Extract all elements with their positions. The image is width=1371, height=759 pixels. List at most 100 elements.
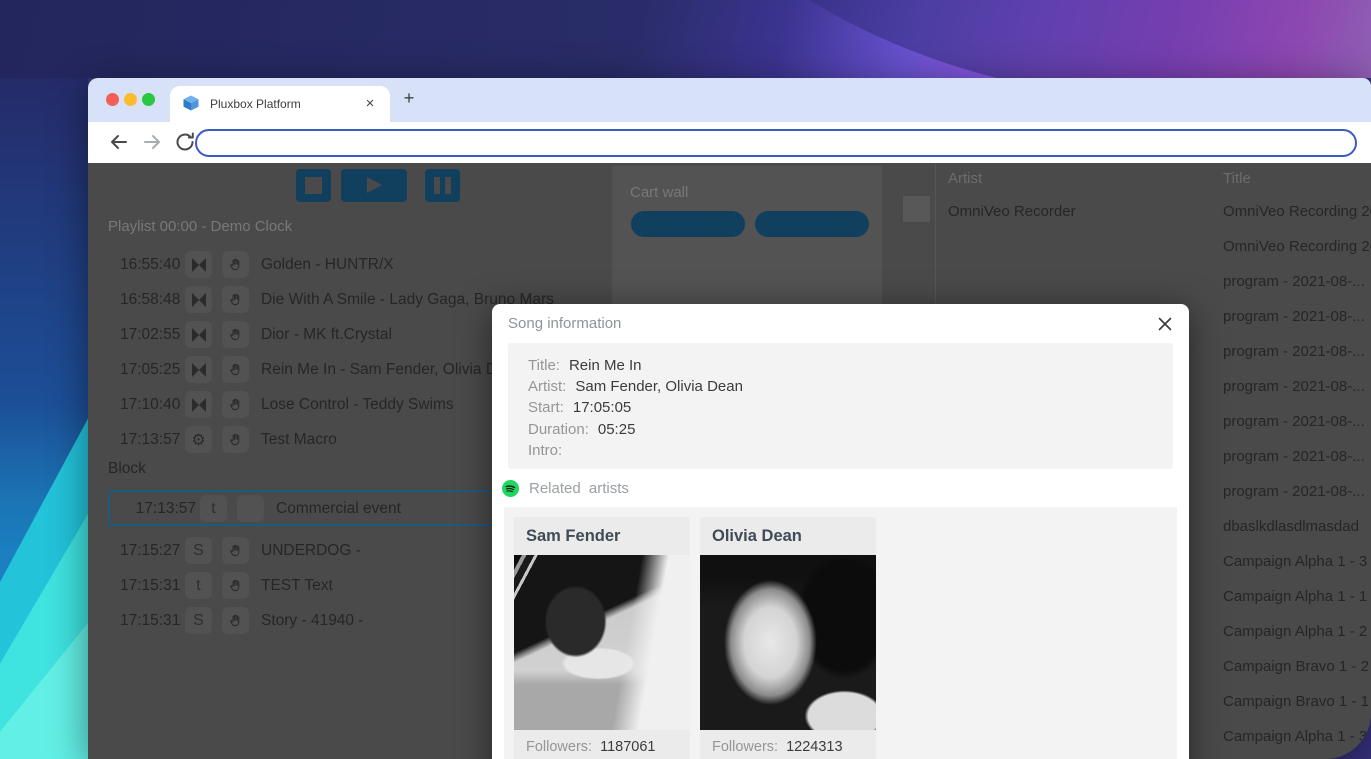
story-type-icon: S <box>185 537 212 564</box>
row-time: 17:05:25 <box>120 361 178 379</box>
title-list-item[interactable]: OmniVeo Recording 20 <box>1223 203 1371 220</box>
hand-icon[interactable] <box>222 321 249 348</box>
title-list-item[interactable]: Campaign Alpha 1 - 1 <box>1223 588 1367 605</box>
title-list-item[interactable]: program - 2021-08-... <box>1223 483 1365 500</box>
title-list-item[interactable]: program - 2021-08-... <box>1223 273 1365 290</box>
maximize-window-button[interactable] <box>142 93 155 106</box>
artist-photo <box>700 555 876 730</box>
artist-details: Followers:1224313 Genres:pop soul Popula… <box>712 737 843 759</box>
title-list-item[interactable]: program - 2021-08-... <box>1223 448 1365 465</box>
row-time: 17:10:40 <box>120 396 178 414</box>
hand-icon[interactable] <box>222 426 249 453</box>
wallpaper-left <box>0 78 88 759</box>
related-artists-label: Related artists <box>529 480 629 497</box>
gear-icon: ⚙ <box>185 426 212 453</box>
artist-name: Sam Fender <box>526 527 620 546</box>
spotify-icon <box>502 480 519 497</box>
close-window-button[interactable] <box>106 93 119 106</box>
title-list-item[interactable]: program - 2021-08-... <box>1223 308 1365 325</box>
segue-icon <box>185 391 212 418</box>
song-information-modal: Song information Title:Rein Me In Artist… <box>492 304 1189 759</box>
hand-icon[interactable] <box>222 251 249 278</box>
browser-toolbar <box>88 122 1371 163</box>
segue-icon <box>185 251 212 278</box>
title-list-item[interactable]: OmniVeo Recording 20 <box>1223 238 1371 255</box>
tab-pluxbox[interactable]: Pluxbox Platform × <box>170 86 390 122</box>
row-time: 17:02:55 <box>120 326 178 344</box>
address-bar[interactable] <box>195 129 1357 157</box>
hand-icon[interactable] <box>222 572 249 599</box>
text-type-icon: t <box>200 495 227 522</box>
hand-icon[interactable] <box>222 391 249 418</box>
title-list-item[interactable]: program - 2021-08-... <box>1223 413 1365 430</box>
artist-card[interactable]: Olivia Dean Followers:1224313 Genres:pop… <box>700 517 876 759</box>
start-value: 17:05:05 <box>573 399 631 416</box>
artist-photo <box>514 555 690 730</box>
pause-button[interactable] <box>425 169 460 202</box>
title-label: Title: <box>528 357 560 374</box>
reload-icon[interactable] <box>173 130 197 154</box>
segue-icon <box>185 321 212 348</box>
block-label: Block <box>108 460 146 478</box>
new-tab-button[interactable]: + <box>398 88 420 110</box>
artist-details: Followers:1187061 Genres: Popularity:72 … <box>526 737 655 759</box>
row-time: 17:13:57 <box>120 431 178 449</box>
row-time: 16:55:40 <box>120 256 178 274</box>
back-icon[interactable] <box>107 130 131 154</box>
empty-slot-icon <box>237 495 264 522</box>
wallpaper-top <box>0 0 1371 78</box>
segue-icon <box>185 356 212 383</box>
artist-name: Olivia Dean <box>712 527 802 546</box>
title-list-item[interactable]: program - 2021-08-... <box>1223 378 1365 395</box>
segue-icon <box>185 286 212 313</box>
artist-card[interactable]: Sam Fender Followers:1187061 Genres: Pop… <box>514 517 690 759</box>
text-type-icon: t <box>185 572 212 599</box>
play-button[interactable] <box>341 169 407 202</box>
title-list-item[interactable]: Campaign Alpha 1 - 2 <box>1223 623 1367 640</box>
cart-button[interactable] <box>631 211 745 237</box>
cart-wall-header: Cart wall <box>630 184 688 201</box>
duration-label: Duration: <box>528 421 589 438</box>
duration-value: 05:25 <box>598 421 636 438</box>
app-content: Playlist 00:00 - Demo Clock 16:55:40 Gol… <box>88 163 1371 759</box>
artist-value: Sam Fender, Olivia Dean <box>575 378 743 395</box>
followers-value: 1224313 <box>786 739 842 755</box>
row-title: Story - 41940 - <box>261 612 364 630</box>
cart-button[interactable] <box>755 211 869 237</box>
row-time: 16:58:48 <box>120 291 178 309</box>
row-time: 17:13:57 <box>130 500 196 518</box>
hand-icon[interactable] <box>222 356 249 383</box>
followers-value: 1187061 <box>600 739 655 755</box>
row-time: 17:15:31 <box>120 612 178 630</box>
playlist-header: Playlist 00:00 - Demo Clock <box>108 218 292 235</box>
playlist-row[interactable]: 16:55:40 Golden - HUNTR/X <box>88 251 608 279</box>
artist-list-item[interactable]: OmniVeo Recorder <box>948 203 1076 220</box>
row-title: TEST Text <box>261 577 333 595</box>
minimize-window-button[interactable] <box>124 93 137 106</box>
title-list-item[interactable]: Campaign Bravo 1 - 1 <box>1223 693 1369 710</box>
start-label: Start: <box>528 399 564 416</box>
forward-icon[interactable] <box>140 130 164 154</box>
row-title: Golden - HUNTR/X <box>261 256 394 274</box>
tab-title: Pluxbox Platform <box>210 97 301 111</box>
row-time: 17:15:27 <box>120 542 178 560</box>
title-column-header: Title <box>1223 170 1251 187</box>
close-icon[interactable] <box>1155 314 1175 334</box>
pluxbox-cube-icon <box>182 94 200 112</box>
related-artists-panel: Sam Fender Followers:1187061 Genres: Pop… <box>504 507 1177 759</box>
title-list-item[interactable]: Campaign Alpha 1 - 3 <box>1223 728 1367 745</box>
artist-thumbnail <box>903 196 930 222</box>
hand-icon[interactable] <box>222 286 249 313</box>
title-list-item[interactable]: dbaslkdlasdlmasdad <box>1223 518 1359 535</box>
hand-icon[interactable] <box>222 607 249 634</box>
title-list-item[interactable]: Campaign Bravo 1 - 2 <box>1223 658 1369 675</box>
intro-label: Intro: <box>528 442 562 459</box>
hand-icon[interactable] <box>222 537 249 564</box>
title-list-item[interactable]: program - 2021-08-... <box>1223 343 1365 360</box>
row-title: Lose Control - Teddy Swims <box>261 396 454 414</box>
tab-close-icon[interactable]: × <box>362 96 378 112</box>
stop-button[interactable] <box>296 169 331 202</box>
title-list-item[interactable]: Campaign Alpha 1 - 3 <box>1223 553 1367 570</box>
row-title: Commercial event <box>276 500 401 518</box>
row-time: 17:15:31 <box>120 577 178 595</box>
